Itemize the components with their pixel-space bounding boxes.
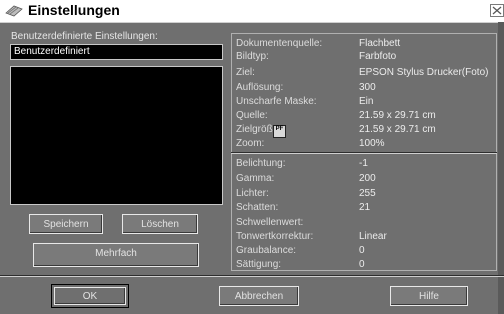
label-threshold: Schwellenwert: — [236, 217, 304, 228]
value-zoom: 100% — [359, 138, 385, 149]
delete-button-label: Löschen — [141, 219, 179, 230]
label-image-type: Bildtyp: — [236, 51, 269, 62]
ok-button-label: OK — [82, 291, 98, 302]
label-tone-correction: Tonwertkorrektur: — [236, 231, 314, 242]
footer-separator — [0, 275, 504, 277]
value-saturation: 0 — [359, 259, 365, 270]
target-size-icon[interactable]: PF — [273, 125, 286, 138]
label-source: Dokumentenquelle: — [236, 38, 323, 49]
window-title: Einstellungen — [28, 2, 120, 18]
label-saturation: Sättigung: — [236, 259, 282, 270]
save-button[interactable]: Speichern — [29, 214, 103, 234]
value-source: Flachbett — [359, 38, 401, 49]
close-button[interactable] — [490, 4, 504, 17]
label-unsharp-mask: Unscharfe Maske: — [236, 96, 317, 107]
info-separator — [231, 152, 497, 154]
label-gray-balance: Graubalance: — [236, 245, 297, 256]
preset-name-value: Benutzerdefiniert — [14, 46, 90, 57]
label-gamma: Gamma: — [236, 173, 275, 184]
value-exposure: -1 — [359, 158, 368, 169]
title-bar: Einstellungen — [0, 0, 504, 23]
value-image-type: Farbfoto — [359, 51, 397, 62]
cancel-button-label: Abbrechen — [234, 291, 284, 302]
value-target: EPSON Stylus Drucker(Foto) — [359, 67, 489, 78]
value-shadows: 21 — [359, 202, 371, 213]
value-gamma: 200 — [359, 173, 376, 184]
label-highlights: Lichter: — [236, 188, 269, 199]
value-highlights: 255 — [359, 188, 376, 199]
preset-name-field[interactable]: Benutzerdefiniert — [10, 44, 223, 60]
label-zoom: Zoom: — [236, 138, 265, 149]
label-resolution: Auflösung: — [236, 82, 284, 93]
value-gray-balance: 0 — [359, 245, 365, 256]
multi-button-label: Mehrfach — [95, 248, 137, 259]
value-target-size: 21.59 x 29.71 cm — [359, 124, 436, 135]
value-source-size: 21.59 x 29.71 cm — [359, 110, 436, 121]
ok-button[interactable]: OK — [51, 284, 129, 308]
label-target: Ziel: — [236, 67, 255, 78]
right-edge-strip — [498, 22, 504, 314]
preset-list[interactable] — [10, 66, 223, 205]
settings-dialog: Einstellungen Benutzerdefinierte Einstel… — [0, 0, 504, 314]
help-button[interactable]: Hilfe — [390, 286, 468, 306]
value-tone-correction: Linear — [359, 231, 387, 242]
close-icon — [492, 6, 502, 15]
cancel-button[interactable]: Abbrechen — [219, 286, 299, 306]
app-icon — [5, 5, 23, 17]
save-button-label: Speichern — [43, 219, 89, 230]
label-exposure: Belichtung: — [236, 158, 286, 169]
value-resolution: 300 — [359, 82, 376, 93]
presets-label: Benutzerdefinierte Einstellungen: — [11, 31, 158, 42]
delete-button[interactable]: Löschen — [122, 214, 198, 234]
value-unsharp-mask: Ein — [359, 96, 374, 107]
label-shadows: Schatten: — [236, 202, 279, 213]
label-source-size: Quelle: — [236, 110, 268, 121]
help-button-label: Hilfe — [418, 291, 439, 302]
target-size-icon-text: PF — [275, 126, 284, 132]
multi-button[interactable]: Mehrfach — [33, 243, 199, 267]
